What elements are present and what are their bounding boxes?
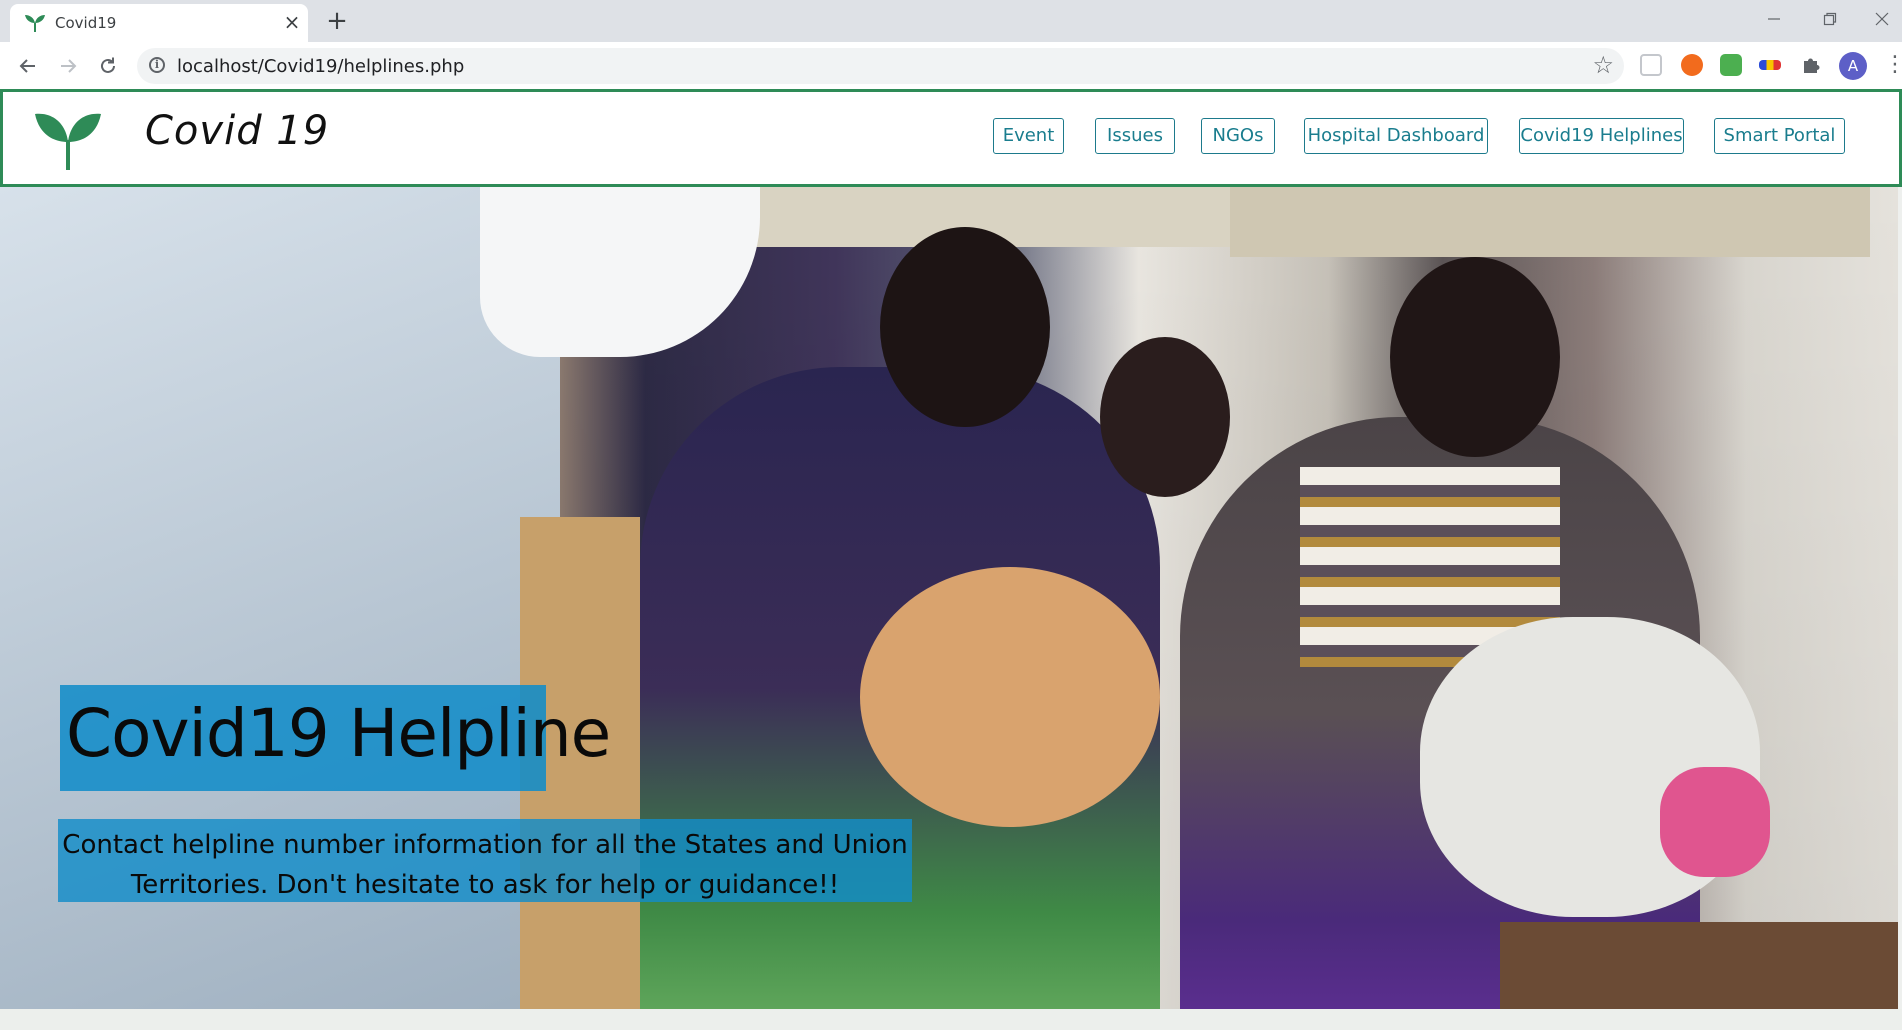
extension-pocket-icon[interactable] [1640,54,1662,76]
web-page: Covid 19 Event Issues NGOs Hospital Dash… [0,89,1902,1030]
profile-avatar[interactable]: A [1839,52,1867,80]
address-bar[interactable]: i localhost/Covid19/helplines.php ☆ [137,48,1624,84]
tab-close-icon[interactable]: × [280,10,304,34]
browser-tab[interactable]: Covid19 × [10,4,308,42]
forward-button[interactable] [52,50,84,82]
hero-title: Covid19 Helpline [66,695,611,772]
puzzle-icon[interactable] [1800,54,1822,76]
minimize-icon[interactable] [1754,6,1794,36]
tab-title: Covid19 [55,14,117,32]
hero-subtitle-line-1: Contact helpline number information for … [62,830,908,860]
restore-icon[interactable] [1810,6,1850,36]
hero-subtitle-box: Contact helpline number information for … [58,819,912,902]
hero-title-box: Covid19 Helpline [60,685,611,791]
new-tab-button[interactable]: + [323,8,351,36]
page-bottom-strip [0,1009,1902,1030]
extension-green-icon[interactable] [1720,54,1742,76]
browser-toolbar: i localhost/Covid19/helplines.php ☆ A ⋮ [0,42,1902,89]
hero-subtitle-line-2: Territories. Don't hesitate to ask for h… [130,870,840,900]
nav-event[interactable]: Event [993,118,1064,154]
extension-orange-icon[interactable] [1681,54,1703,76]
nav-issues[interactable]: Issues [1095,118,1175,154]
arrow-right-icon [61,59,77,73]
window-close-icon[interactable] [1862,6,1902,36]
nav-smart-portal[interactable]: Smart Portal [1714,118,1845,154]
kebab-menu-icon[interactable]: ⋮ [1884,50,1902,80]
sprout-favicon-icon [25,15,45,32]
url-text[interactable]: localhost/Covid19/helplines.php [177,56,464,77]
reload-icon [101,57,115,73]
extension-flag-icon[interactable] [1759,60,1781,70]
reload-button[interactable] [92,50,124,82]
nav-covid19-helplines[interactable]: Covid19 Helplines [1519,118,1684,154]
sprout-logo-icon[interactable] [33,104,103,172]
nav-hospital-dashboard[interactable]: Hospital Dashboard [1304,118,1488,154]
browser-titlebar: Covid19 × + [0,0,1902,42]
site-header: Covid 19 Event Issues NGOs Hospital Dash… [0,89,1902,187]
star-icon[interactable]: ☆ [1592,51,1614,79]
hero-subtitle: Contact helpline number information for … [58,825,912,905]
back-button[interactable] [12,50,44,82]
hero-banner: Covid19 Helpline Contact helpline number… [0,187,1898,1009]
info-icon[interactable]: i [149,57,165,73]
brand-name[interactable]: Covid 19 [145,108,329,154]
arrow-left-icon [19,59,35,73]
nav-ngos[interactable]: NGOs [1201,118,1275,154]
